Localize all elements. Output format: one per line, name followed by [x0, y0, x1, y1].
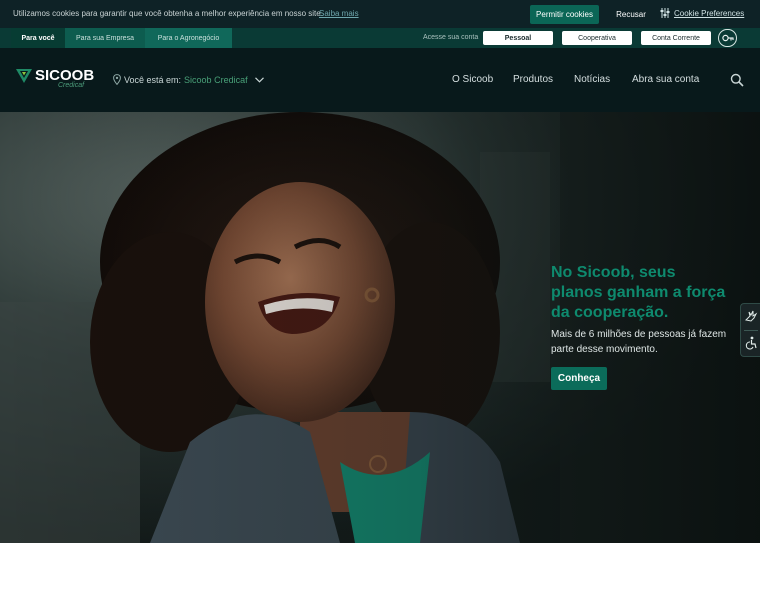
hero-conheca-button[interactable]: Conheça: [551, 367, 607, 390]
location-selector[interactable]: Você está em: Sicoob Credicaf: [113, 74, 264, 85]
cookie-banner: Utilizamos cookies para garantir que voc…: [0, 0, 760, 28]
content-area: [0, 543, 760, 600]
location-value: Sicoob Credicaf: [184, 74, 248, 85]
nav-abra-sua-conta[interactable]: Abra sua conta: [632, 74, 699, 85]
cookie-learn-more-link[interactable]: Saiba mais: [319, 9, 359, 18]
location-label: Você está em:: [124, 74, 182, 85]
hero-banner: No Sicoob, seus planos ganham a força da…: [0, 112, 760, 543]
accessibility-widget: [740, 303, 760, 357]
sliders-icon: [660, 8, 670, 18]
access-pessoal-button[interactable]: Pessoal: [483, 31, 553, 45]
refuse-cookies-button[interactable]: Recusar: [612, 5, 650, 24]
nav-noticias[interactable]: Notícias: [574, 74, 610, 85]
access-account-label: Acesse sua conta: [423, 34, 479, 41]
access-conta-corrente-button[interactable]: Conta Corrente: [641, 31, 711, 45]
logo-cooperative-name: Credicaf: [58, 82, 85, 89]
key-button[interactable]: [718, 29, 737, 47]
logo-wordmark: SICOOB: [35, 67, 95, 84]
hero-subtitle: Mais de 6 milhões de pessoas já fazem pa…: [551, 329, 727, 355]
access-cooperativa-button[interactable]: Cooperativa: [562, 31, 632, 45]
chevron-down-icon: [254, 76, 264, 83]
hero-title: No Sicoob, seus planos ganham a força da…: [551, 264, 726, 321]
tab-para-voce[interactable]: Para você: [11, 28, 65, 48]
cookie-preferences-label: Cookie Preferences: [674, 8, 745, 18]
location-pin-icon: [113, 74, 121, 85]
sign-language-icon[interactable]: [744, 310, 758, 324]
tab-para-o-agronegocio[interactable]: Para o Agronegócio: [145, 28, 232, 48]
sicoob-logo[interactable]: SICOOB: [16, 68, 94, 83]
nav-o-sicoob[interactable]: O Sicoob: [452, 74, 493, 85]
key-icon: [721, 34, 734, 42]
tab-para-sua-empresa[interactable]: Para sua Empresa: [65, 28, 145, 48]
nav-produtos[interactable]: Produtos: [513, 74, 553, 85]
search-icon[interactable]: [730, 73, 744, 87]
widget-divider: [744, 330, 758, 331]
accessibility-icon[interactable]: [744, 336, 758, 350]
cookie-message: Utilizamos cookies para garantir que voc…: [13, 9, 323, 18]
main-header: SICOOB Credicaf Você está em: Sicoob Cre…: [0, 48, 760, 112]
sicoob-logo-mark-icon: [16, 69, 32, 83]
cookie-preferences-button[interactable]: Cookie Preferences: [660, 8, 744, 18]
hero-text-block: No Sicoob, seus planos ganham a força da…: [551, 263, 731, 357]
allow-cookies-button[interactable]: Permitir cookies: [530, 5, 599, 24]
page: Utilizamos cookies para garantir que voc…: [0, 0, 760, 600]
